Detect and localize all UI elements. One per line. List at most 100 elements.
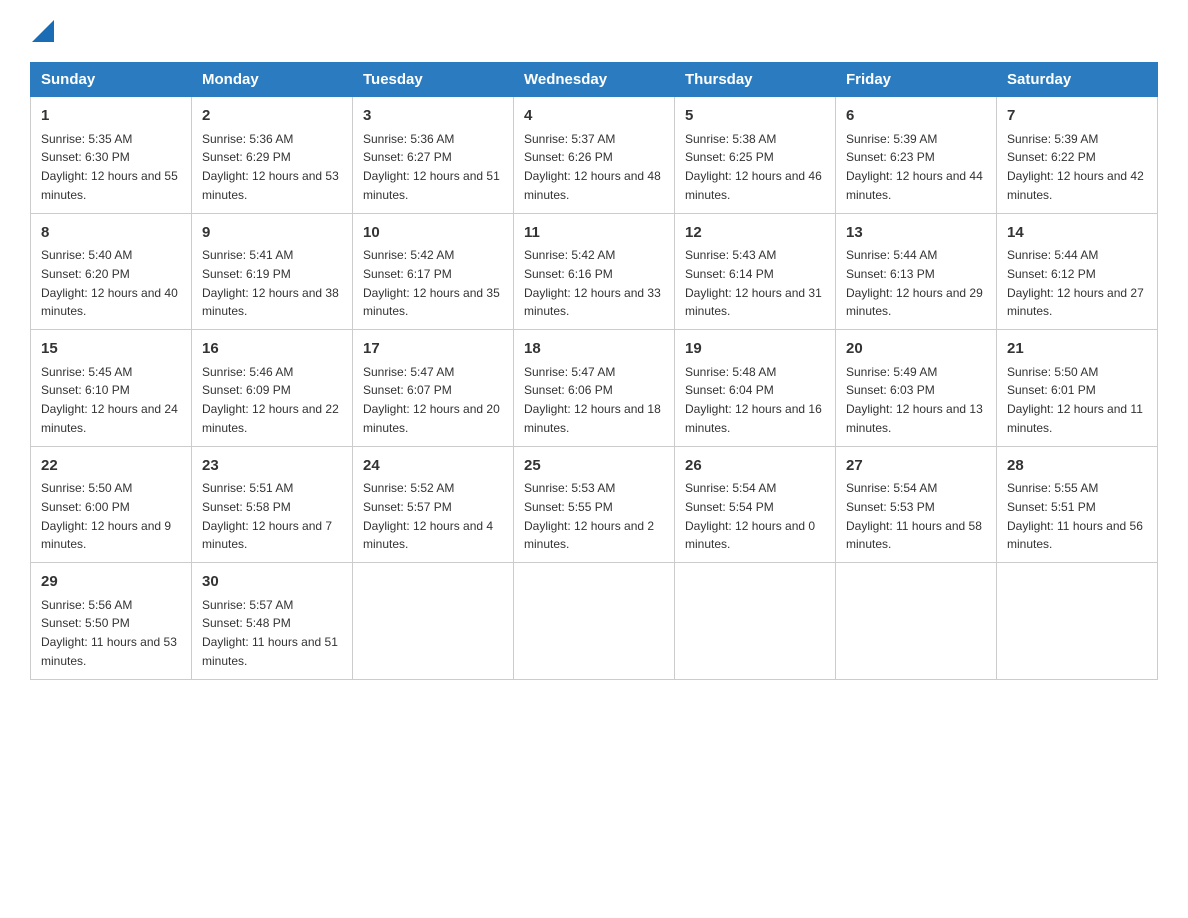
day-sunrise: Sunrise: 5:50 AM	[41, 481, 132, 495]
day-sunrise: Sunrise: 5:57 AM	[202, 598, 293, 612]
day-number: 5	[685, 105, 825, 128]
table-row: 3Sunrise: 5:36 AMSunset: 6:27 PMDaylight…	[353, 97, 514, 214]
day-sunset: Sunset: 6:07 PM	[363, 383, 452, 397]
day-number: 27	[846, 455, 986, 478]
logo	[30, 20, 54, 42]
day-number: 21	[1007, 338, 1147, 361]
table-row	[353, 563, 514, 680]
day-sunset: Sunset: 6:22 PM	[1007, 150, 1096, 164]
day-daylight: Daylight: 12 hours and 4 minutes.	[363, 519, 493, 552]
day-sunrise: Sunrise: 5:54 AM	[846, 481, 937, 495]
table-row	[836, 563, 997, 680]
table-row: 6 Sunrise: 5:39 AM Sunset: 6:23 PM Daylight…	[836, 97, 997, 214]
day-number: 15	[41, 338, 181, 361]
table-row: 4Sunrise: 5:37 AMSunset: 6:26 PMDaylight…	[514, 97, 675, 214]
day-sunset: Sunset: 5:53 PM	[846, 500, 935, 514]
table-row: 24Sunrise: 5:52 AMSunset: 5:57 PMDayligh…	[353, 446, 514, 563]
day-number: 22	[41, 455, 181, 478]
day-sunset: Sunset: 6:20 PM	[41, 267, 130, 281]
day-sunset: Sunset: 6:13 PM	[846, 267, 935, 281]
day-sunset: Sunset: 6:30 PM	[41, 150, 130, 164]
day-sunrise: Sunrise: 5:50 AM	[1007, 365, 1098, 379]
table-row: 13Sunrise: 5:44 AMSunset: 6:13 PMDayligh…	[836, 213, 997, 330]
calendar-week-row: 29Sunrise: 5:56 AMSunset: 5:50 PMDayligh…	[31, 563, 1158, 680]
day-sunset: Sunset: 6:10 PM	[41, 383, 130, 397]
table-row	[675, 563, 836, 680]
day-sunrise: Sunrise: 5:48 AM	[685, 365, 776, 379]
day-daylight: Daylight: 12 hours and 55 minutes.	[41, 169, 178, 202]
day-sunrise: Sunrise: 5:43 AM	[685, 248, 776, 262]
day-sunset: Sunset: 6:19 PM	[202, 267, 291, 281]
day-sunrise: Sunrise: 5:40 AM	[41, 248, 132, 262]
table-row: 29Sunrise: 5:56 AMSunset: 5:50 PMDayligh…	[31, 563, 192, 680]
table-row: 17Sunrise: 5:47 AMSunset: 6:07 PMDayligh…	[353, 330, 514, 447]
day-sunrise: Sunrise: 5:36 AM	[363, 132, 454, 146]
table-row: 22Sunrise: 5:50 AMSunset: 6:00 PMDayligh…	[31, 446, 192, 563]
day-sunset: Sunset: 6:29 PM	[202, 150, 291, 164]
day-sunrise: Sunrise: 5:53 AM	[524, 481, 615, 495]
day-sunset: Sunset: 6:00 PM	[41, 500, 130, 514]
day-sunset: Sunset: 6:09 PM	[202, 383, 291, 397]
day-sunset: Sunset: 6:06 PM	[524, 383, 613, 397]
day-daylight: Daylight: 12 hours and 51 minutes.	[363, 169, 500, 202]
calendar-week-row: 8 Sunrise: 5:40 AM Sunset: 6:20 PM Daylight…	[31, 213, 1158, 330]
day-sunset: Sunset: 6:23 PM	[846, 150, 935, 164]
day-number: 23	[202, 455, 342, 478]
day-daylight: Daylight: 12 hours and 27 minutes.	[1007, 286, 1144, 319]
calendar-header-row: SundayMondayTuesdayWednesdayThursdayFrid…	[31, 63, 1158, 97]
table-row: 28Sunrise: 5:55 AMSunset: 5:51 PMDayligh…	[997, 446, 1158, 563]
day-number: 3	[363, 105, 503, 128]
day-number: 28	[1007, 455, 1147, 478]
day-sunrise: Sunrise: 5:42 AM	[524, 248, 615, 262]
table-row: 27Sunrise: 5:54 AMSunset: 5:53 PMDayligh…	[836, 446, 997, 563]
day-number: 9	[202, 222, 342, 245]
logo-triangle-icon	[32, 20, 54, 42]
day-daylight: Daylight: 12 hours and 33 minutes.	[524, 286, 661, 319]
day-daylight: Daylight: 12 hours and 53 minutes.	[202, 169, 339, 202]
calendar-table: SundayMondayTuesdayWednesdayThursdayFrid…	[30, 62, 1158, 680]
table-row	[514, 563, 675, 680]
table-row: 5Sunrise: 5:38 AMSunset: 6:25 PMDaylight…	[675, 97, 836, 214]
day-daylight: Daylight: 12 hours and 48 minutes.	[524, 169, 661, 202]
header-thursday: Thursday	[675, 63, 836, 97]
day-sunrise: Sunrise: 5:39 AM	[846, 132, 937, 146]
day-sunrise: Sunrise: 5:42 AM	[363, 248, 454, 262]
day-number: 6	[846, 105, 986, 128]
day-sunrise: Sunrise: 5:51 AM	[202, 481, 293, 495]
page-header	[30, 20, 1158, 42]
day-daylight: Daylight: 12 hours and 0 minutes.	[685, 519, 815, 552]
day-sunset: Sunset: 5:54 PM	[685, 500, 774, 514]
day-sunset: Sunset: 6:16 PM	[524, 267, 613, 281]
day-daylight: Daylight: 12 hours and 44 minutes.	[846, 169, 983, 202]
day-daylight: Daylight: 12 hours and 35 minutes.	[363, 286, 500, 319]
table-row: 21Sunrise: 5:50 AMSunset: 6:01 PMDayligh…	[997, 330, 1158, 447]
calendar-week-row: 1Sunrise: 5:35 AMSunset: 6:30 PMDaylight…	[31, 97, 1158, 214]
table-row: 23Sunrise: 5:51 AMSunset: 5:58 PMDayligh…	[192, 446, 353, 563]
table-row: 9Sunrise: 5:41 AMSunset: 6:19 PMDaylight…	[192, 213, 353, 330]
day-sunrise: Sunrise: 5:41 AM	[202, 248, 293, 262]
header-sunday: Sunday	[31, 63, 192, 97]
day-daylight: Daylight: 12 hours and 40 minutes.	[41, 286, 178, 319]
day-sunrise: Sunrise: 5:55 AM	[1007, 481, 1098, 495]
day-number: 14	[1007, 222, 1147, 245]
day-sunrise: Sunrise: 5:54 AM	[685, 481, 776, 495]
day-number: 26	[685, 455, 825, 478]
day-sunrise: Sunrise: 5:45 AM	[41, 365, 132, 379]
header-monday: Monday	[192, 63, 353, 97]
day-sunset: Sunset: 5:57 PM	[363, 500, 452, 514]
day-number: 11	[524, 222, 664, 245]
table-row: 16Sunrise: 5:46 AMSunset: 6:09 PMDayligh…	[192, 330, 353, 447]
table-row: 30Sunrise: 5:57 AMSunset: 5:48 PMDayligh…	[192, 563, 353, 680]
day-number: 13	[846, 222, 986, 245]
table-row: 12Sunrise: 5:43 AMSunset: 6:14 PMDayligh…	[675, 213, 836, 330]
table-row	[997, 563, 1158, 680]
day-number: 8	[41, 222, 181, 245]
day-number: 1	[41, 105, 181, 128]
day-sunset: Sunset: 5:48 PM	[202, 616, 291, 630]
day-number: 25	[524, 455, 664, 478]
day-daylight: Daylight: 12 hours and 24 minutes.	[41, 402, 178, 435]
day-sunset: Sunset: 6:26 PM	[524, 150, 613, 164]
table-row: 25Sunrise: 5:53 AMSunset: 5:55 PMDayligh…	[514, 446, 675, 563]
table-row: 11 Sunrise: 5:42 AM Sunset: 6:16 PM Dayligh…	[514, 213, 675, 330]
day-number: 2	[202, 105, 342, 128]
